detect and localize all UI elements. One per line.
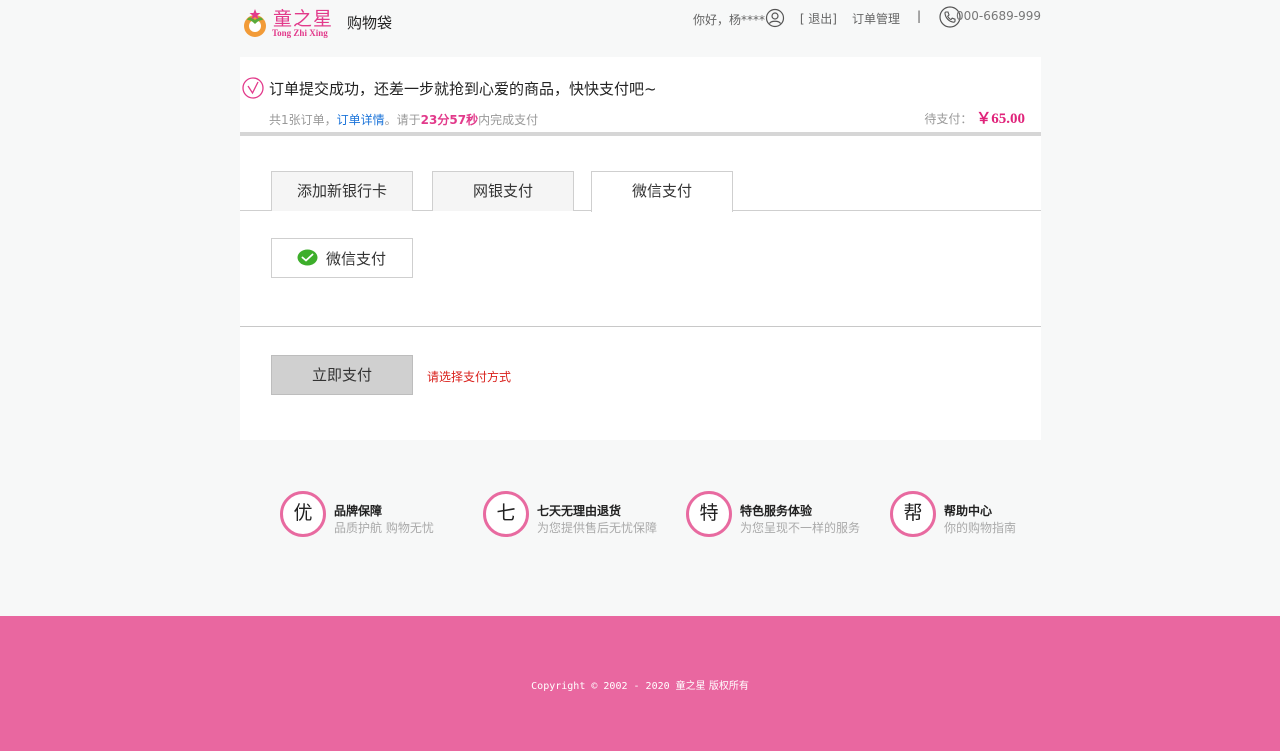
amount-due-label: 待支付：	[924, 112, 973, 126]
wechat-pay-label: 微信支付	[326, 250, 387, 268]
wechat-icon	[297, 249, 318, 266]
order-detail-link[interactable]: 订单详情	[337, 113, 385, 127]
brand-badge-icon: 优	[280, 491, 326, 537]
site-logo[interactable]: 童之星 Tong Zhi Xing	[240, 6, 336, 40]
service-title: 七天无理由退货	[537, 504, 622, 518]
service-title: 帮助中心	[944, 504, 993, 518]
order-summary: 订单提交成功，还差一步就抢到心爱的商品，快快支付吧~ 共1张订单，订单详情。请于…	[240, 57, 1041, 137]
payment-tabs: 添加新银行卡 网银支付 微信支付	[240, 171, 1041, 212]
page-title: 购物袋	[347, 14, 393, 32]
logo-text: 童之星	[273, 8, 334, 30]
payment-card: 订单提交成功，还差一步就抢到心爱的商品，快快支付吧~ 共1张订单，订单详情。请于…	[240, 57, 1041, 440]
site-header: 童之星 Tong Zhi Xing 购物袋 你好，杨**** [ 退出] 订单管…	[240, 0, 1041, 40]
logo-subtext: Tong Zhi Xing	[272, 28, 328, 38]
countdown-timer: 23分57秒	[420, 113, 479, 127]
service-subtitle: 为您呈现不一样的服务	[740, 521, 861, 535]
service-item-returns: 七 七天无理由退货 为您提供售后无忧保障	[483, 490, 673, 538]
order-info-line: 共1张订单，订单详情。请于23分57秒内完成支付	[269, 111, 538, 128]
deadline-suffix: 内完成支付	[478, 113, 539, 127]
service-title: 品牌保障	[334, 504, 383, 518]
tab-wechat-pay[interactable]: 微信支付	[591, 171, 733, 212]
logout-link[interactable]: [ 退出]	[800, 10, 837, 27]
nav-separator: |	[916, 9, 921, 23]
returns-badge-icon: 七	[483, 491, 529, 537]
service-item-special: 特 特色服务体验 为您呈现不一样的服务	[686, 490, 876, 538]
copyright-owner: 童之星 版权所有	[675, 681, 749, 692]
service-subtitle: 你的购物指南	[944, 521, 1017, 535]
user-icon[interactable]	[765, 8, 785, 28]
service-item-help[interactable]: 帮 帮助中心 你的购物指南	[890, 490, 1080, 538]
logo-icon	[244, 9, 266, 37]
order-management-link[interactable]: 订单管理	[852, 10, 900, 27]
deadline-prefix: 。请于	[384, 113, 421, 127]
wechat-pay-option[interactable]: 微信支付	[271, 238, 413, 278]
copyright-text: Copyright © 2002 - 2020 童之星 版权所有	[0, 677, 1280, 692]
success-check-icon	[242, 77, 264, 99]
service-guarantees: 优 品牌保障 品质护航 购物无忧 七 七天无理由退货 为您提供售后无忧保障 特 …	[240, 490, 1041, 540]
service-subtitle: 为您提供售后无忧保障	[537, 521, 658, 535]
copyright-years: Copyright © 2002 - 2020	[531, 681, 676, 692]
amount-due-value: ￥65.00	[976, 111, 1025, 127]
help-badge-icon: 帮	[890, 491, 936, 537]
greeting-text: 你好，杨****	[692, 13, 765, 27]
divider	[240, 132, 1041, 136]
divider	[240, 326, 1041, 327]
payment-hint: 请选择支付方式	[427, 370, 512, 384]
tab-add-bank-card[interactable]: 添加新银行卡	[271, 171, 413, 211]
order-count-text: 共1张订单，	[269, 113, 337, 127]
special-badge-icon: 特	[686, 491, 732, 537]
success-message: 订单提交成功，还差一步就抢到心爱的商品，快快支付吧~	[269, 80, 657, 98]
site-footer: Copyright © 2002 - 2020 童之星 版权所有	[0, 616, 1280, 751]
tab-online-banking[interactable]: 网银支付	[432, 171, 574, 211]
amount-due: 待支付： ￥65.00	[924, 107, 1025, 128]
service-item-brand: 优 品牌保障 品质护航 购物无忧	[280, 490, 470, 538]
user-nav: 你好，杨**** [ 退出] 订单管理 | 000-6689-999	[681, 6, 1041, 30]
pay-now-button[interactable]: 立即支付	[271, 355, 413, 395]
hotline-number: 000-6689-999	[955, 9, 1041, 23]
service-subtitle: 品质护航 购物无忧	[334, 521, 434, 535]
service-title: 特色服务体验	[740, 504, 813, 518]
